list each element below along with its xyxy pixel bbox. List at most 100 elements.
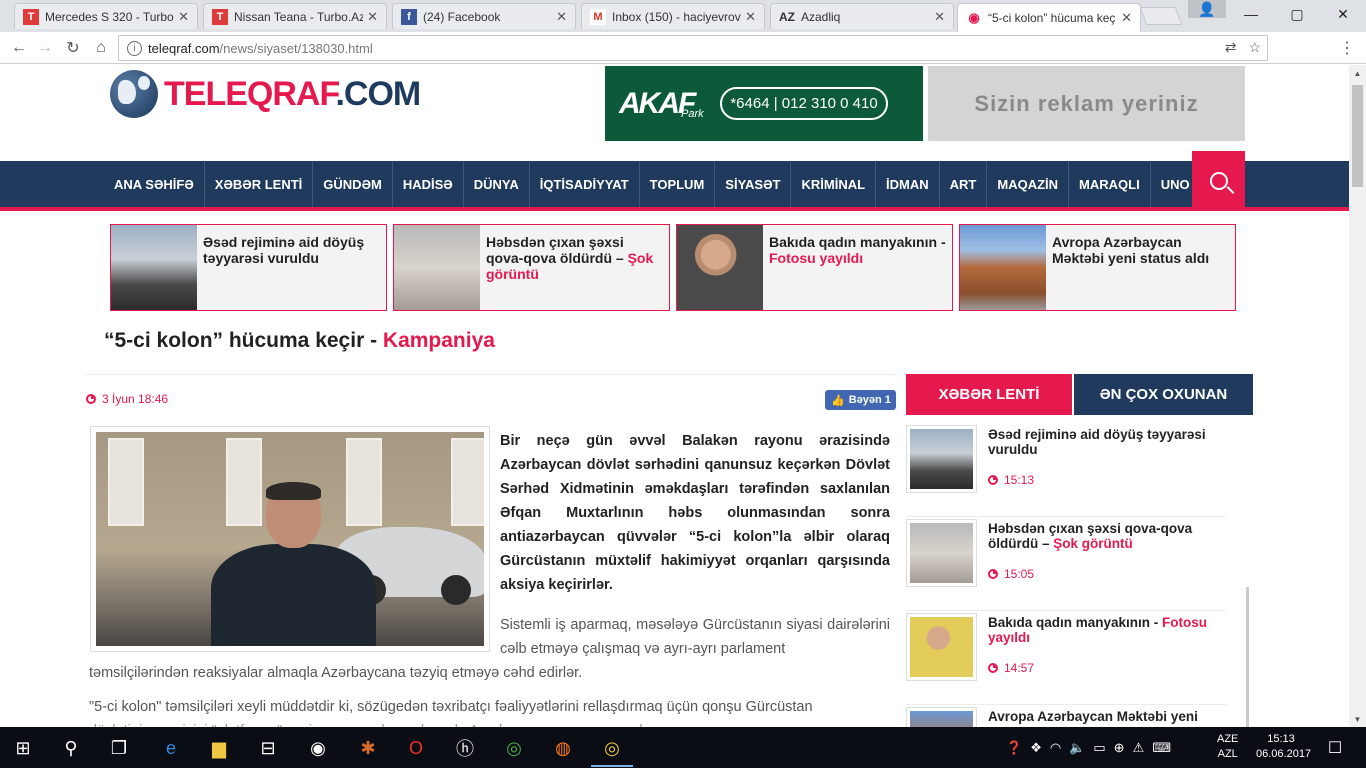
- tab-title: (24) Facebook: [423, 9, 501, 24]
- article-title-highlight: Kampaniya: [382, 329, 495, 352]
- app-puzzle-icon[interactable]: ✱: [355, 735, 381, 761]
- address-bar[interactable]: i teleqraf.com /news/siyaset/138030.html…: [118, 35, 1268, 61]
- nav-item[interactable]: MARAQLI: [1069, 161, 1151, 207]
- logo-text-domain: .COM: [335, 74, 421, 113]
- bookmark-star-icon[interactable]: ☆: [1248, 39, 1261, 56]
- close-tab-icon[interactable]: ✕: [367, 9, 378, 25]
- banner-phone: *6464 | 012 310 0 410: [720, 87, 888, 120]
- ad-banner-akaf[interactable]: AKAF Park *6464 | 012 310 0 410: [605, 66, 923, 141]
- close-tab-icon[interactable]: ✕: [556, 9, 567, 25]
- home-icon[interactable]: ⌂: [90, 37, 112, 59]
- ad-placeholder-banner[interactable]: Sizin reklam yeriniz: [928, 66, 1245, 141]
- battery-icon[interactable]: ▭: [1093, 740, 1105, 756]
- user-profile-icon[interactable]: 👤: [1188, 0, 1226, 18]
- forward-arrow-icon[interactable]: →: [34, 37, 56, 59]
- browser-tab-active[interactable]: ◉ “5-ci kolon” hücuma keç ✕: [957, 3, 1141, 32]
- firefox-icon[interactable]: ◍: [550, 735, 576, 761]
- windows-start-icon[interactable]: ⊞: [10, 735, 36, 761]
- nav-item[interactable]: KRİMİNAL: [791, 161, 877, 207]
- close-tab-icon[interactable]: ✕: [745, 9, 756, 25]
- tab-title: Azadliq: [801, 9, 841, 24]
- nav-item[interactable]: İDMAN: [876, 161, 940, 207]
- sidebar-scrollbar[interactable]: [1246, 587, 1249, 727]
- close-tab-icon[interactable]: ✕: [178, 9, 189, 25]
- store-icon[interactable]: ⊟: [255, 735, 281, 761]
- clock-icon: [86, 394, 96, 404]
- task-view-icon[interactable]: ❐: [106, 735, 132, 761]
- chrome-active-icon[interactable]: ◎: [591, 735, 633, 767]
- nav-item[interactable]: DÜNYA: [464, 161, 530, 207]
- clock-icon: [988, 569, 998, 579]
- page-scrollbar[interactable]: ▲ ▼: [1349, 65, 1366, 727]
- wifi-icon[interactable]: ◠: [1050, 740, 1061, 756]
- clock-icon: [988, 663, 998, 673]
- nav-item[interactable]: HADİSƏ: [393, 161, 464, 207]
- tab-news-feed[interactable]: XƏBƏR LENTİ: [906, 374, 1072, 415]
- facebook-like-button[interactable]: 👍 Bəyən 1: [825, 390, 896, 410]
- media-player-icon[interactable]: ◉: [305, 735, 331, 761]
- search-icon[interactable]: ⚲: [58, 735, 84, 761]
- scroll-down-arrow-icon[interactable]: ▼: [1349, 711, 1366, 727]
- taskbar-clock[interactable]: 15:13 06.06.2017: [1256, 732, 1311, 762]
- browser-tab[interactable]: AZ Azadliq ✕: [770, 3, 954, 29]
- browser-tab[interactable]: f (24) Facebook ✕: [392, 3, 576, 29]
- main-navigation: ANA SƏHİFƏ XƏBƏR LENTİ GÜNDƏM HADİSƏ DÜN…: [0, 151, 1349, 211]
- search-button[interactable]: [1192, 151, 1245, 211]
- minimize-button[interactable]: —: [1228, 0, 1274, 28]
- card-thumbnail: [677, 225, 763, 310]
- nav-item[interactable]: TOPLUM: [640, 161, 716, 207]
- keyboard-icon[interactable]: ⌨: [1152, 740, 1171, 756]
- scroll-up-arrow-icon[interactable]: ▲: [1349, 65, 1366, 81]
- list-item[interactable]: Əsəd rejiminə aid döyüş təyyarəsi vuruld…: [906, 423, 1226, 517]
- nav-item[interactable]: ANA SƏHİFƏ: [104, 161, 205, 207]
- news-card[interactable]: Həbsdən çıxan şəxsi qova-qova öldürdü – …: [393, 224, 670, 311]
- edge-browser-icon[interactable]: e: [158, 735, 184, 761]
- help-icon[interactable]: ❓: [1006, 740, 1022, 756]
- list-item[interactable]: Bakıda qadın manyakının - Fotosu yayıldı…: [906, 611, 1226, 705]
- thumbs-up-icon: 👍: [831, 394, 845, 407]
- list-item[interactable]: Avropa Azərbaycan Məktəbi yeni: [906, 705, 1226, 727]
- news-card[interactable]: Bakıda qadın manyakının - Fotosu yayıldı: [676, 224, 953, 311]
- nav-item[interactable]: İQTİSADİYYAT: [530, 161, 640, 207]
- hp-icon[interactable]: ⓗ: [452, 735, 478, 761]
- news-card[interactable]: Əsəd rejiminə aid döyüş təyyarəsi vuruld…: [110, 224, 387, 311]
- site-logo[interactable]: TELEQRAF.COM: [110, 70, 421, 118]
- scrollbar-thumb[interactable]: [1352, 85, 1363, 187]
- nav-item[interactable]: GÜNDƏM: [313, 161, 393, 207]
- notification-center-icon[interactable]: ☐: [1322, 735, 1348, 761]
- opera-icon[interactable]: O: [403, 735, 429, 761]
- input-language[interactable]: AZE AZL: [1217, 732, 1238, 762]
- volume-icon[interactable]: 🔈: [1069, 740, 1085, 756]
- warning-icon[interactable]: ⚠: [1133, 740, 1145, 756]
- file-explorer-icon[interactable]: ▆: [206, 735, 232, 761]
- nav-item[interactable]: SİYASƏT: [715, 161, 792, 207]
- reload-icon[interactable]: ↻: [62, 37, 84, 59]
- maximize-button[interactable]: ▢: [1274, 0, 1320, 28]
- translate-icon[interactable]: ⇄: [1225, 39, 1237, 56]
- top-news-cards: Əsəd rejiminə aid döyüş təyyarəsi vuruld…: [110, 224, 1236, 311]
- tab-title: Mercedes S 320 - Turbo.: [45, 9, 175, 24]
- close-tab-icon[interactable]: ✕: [934, 9, 945, 25]
- nav-item[interactable]: ART: [940, 161, 988, 207]
- app-tray-icon[interactable]: ⊕: [1114, 740, 1125, 756]
- list-item[interactable]: Həbsdən çıxan şəxsi qova-qova öldürdü – …: [906, 517, 1226, 611]
- back-arrow-icon[interactable]: ←: [8, 37, 30, 59]
- tab-most-read[interactable]: ƏN ÇOX OXUNAN: [1074, 374, 1253, 415]
- menu-dots-icon[interactable]: ⋮: [1336, 37, 1358, 59]
- browser-tab[interactable]: T Mercedes S 320 - Turbo. ✕: [14, 3, 198, 29]
- tab-title: “5-ci kolon” hücuma keç: [988, 11, 1116, 25]
- url-path: /news/siyaset/138030.html: [219, 40, 373, 56]
- nav-item[interactable]: MAQAZİN: [987, 161, 1070, 207]
- page-viewport: TELEQRAF.COM AKAF Park *6464 | 012 310 0…: [0, 65, 1349, 727]
- new-tab-button[interactable]: [1139, 7, 1183, 25]
- sidebar-tabs: XƏBƏR LENTİ ƏN ÇOX OXUNAN: [906, 374, 1253, 415]
- browser-tab[interactable]: T Nissan Teana - Turbo.Az ✕: [203, 3, 387, 29]
- dropbox-icon[interactable]: ❖: [1030, 740, 1042, 756]
- news-card[interactable]: Avropa Azərbaycan Məktəbi yeni status al…: [959, 224, 1236, 311]
- close-tab-icon[interactable]: ✕: [1121, 10, 1132, 26]
- browser-tab[interactable]: M Inbox (150) - haciyevrov ✕: [581, 3, 765, 29]
- close-window-button[interactable]: ✕: [1320, 0, 1366, 28]
- site-info-icon[interactable]: i: [127, 40, 142, 56]
- nav-item[interactable]: XƏBƏR LENTİ: [205, 161, 314, 207]
- chrome-icon[interactable]: ◎: [501, 735, 527, 761]
